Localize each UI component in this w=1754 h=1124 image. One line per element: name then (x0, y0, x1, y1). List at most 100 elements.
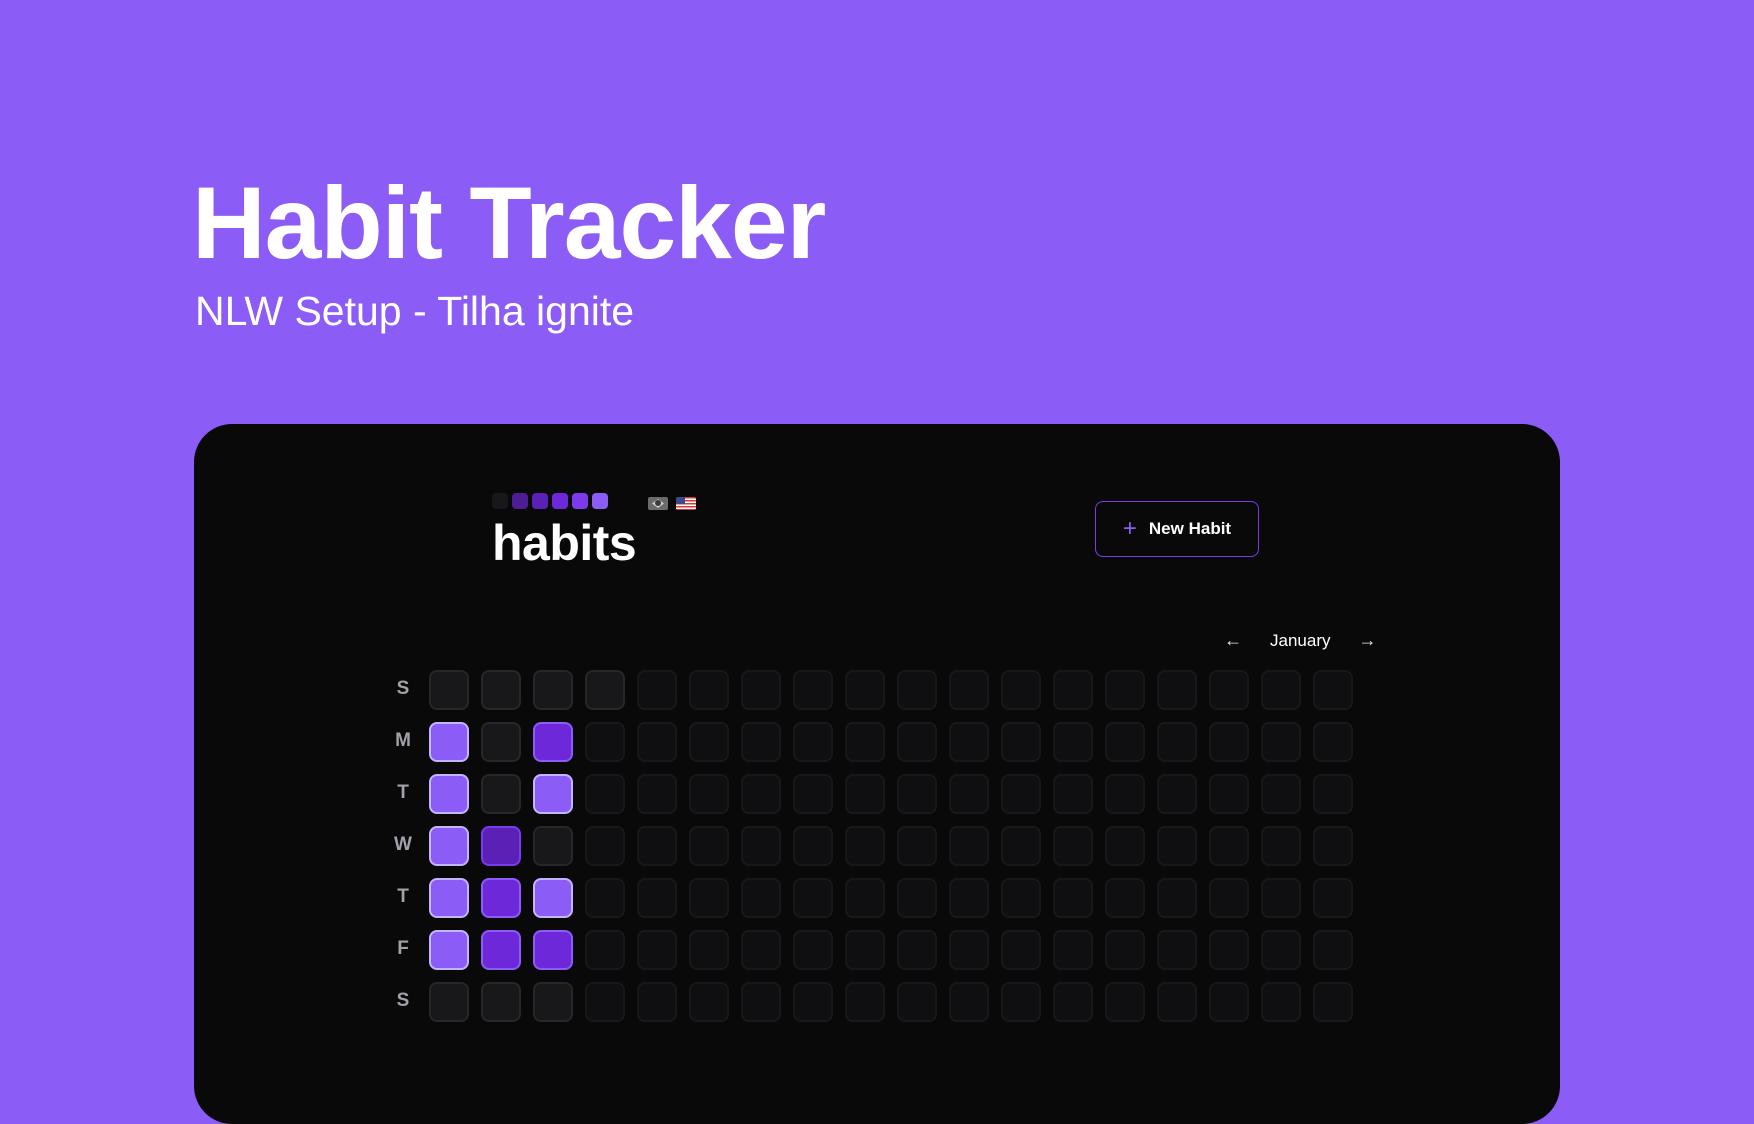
heatmap-day-cell[interactable] (429, 670, 469, 710)
heatmap-day-cell (949, 878, 989, 918)
heatmap-day-cell (1157, 774, 1197, 814)
heatmap-day-cell (585, 722, 625, 762)
logo-text: habits (492, 515, 637, 571)
heatmap-day-cell[interactable] (585, 670, 625, 710)
heatmap-day-cell[interactable] (533, 774, 573, 814)
level-swatch (592, 493, 608, 509)
heatmap-day-cell (689, 878, 729, 918)
heatmap-day-cell[interactable] (533, 878, 573, 918)
weekday-label: T (397, 782, 409, 803)
heatmap-day-cell (897, 982, 937, 1022)
heatmap-day-cell (949, 982, 989, 1022)
heatmap-day-cell[interactable] (429, 878, 469, 918)
hero-title: Habit Tracker (192, 166, 826, 280)
heatmap-day-cell (1105, 826, 1145, 866)
heatmap-day-cell (793, 982, 833, 1022)
weekday-label: T (397, 886, 409, 907)
heatmap-day-cell (637, 930, 677, 970)
heatmap-day-cell (1053, 982, 1093, 1022)
heatmap-day-cell[interactable] (533, 930, 573, 970)
brazil-flag-icon[interactable] (648, 497, 668, 510)
heatmap-day-cell (689, 930, 729, 970)
heatmap-day-cell[interactable] (429, 930, 469, 970)
heatmap-day-cell (1313, 826, 1353, 866)
heatmap-day-cell[interactable] (533, 982, 573, 1022)
weekday-label: F (397, 938, 409, 959)
heatmap-day-cell (1209, 826, 1249, 866)
heatmap-day-cell (845, 670, 885, 710)
heatmap-day-cell (689, 670, 729, 710)
heatmap-day-cell[interactable] (533, 670, 573, 710)
heatmap-day-cell (1209, 930, 1249, 970)
heatmap-day-cell (949, 826, 989, 866)
heatmap-day-cell (1053, 670, 1093, 710)
heatmap-day-cell (1157, 982, 1197, 1022)
heatmap-day-cell (1261, 826, 1301, 866)
heatmap-day-cell[interactable] (481, 826, 521, 866)
heatmap-day-cell (741, 982, 781, 1022)
heatmap-day-cell[interactable] (481, 722, 521, 762)
heatmap-day-cell[interactable] (429, 982, 469, 1022)
heatmap-day-cell (845, 826, 885, 866)
heatmap-day-cell[interactable] (429, 722, 469, 762)
heatmap-day-cell (1001, 930, 1041, 970)
heatmap-day-cell[interactable] (429, 826, 469, 866)
heatmap-day-cell (1053, 722, 1093, 762)
heatmap-day-cell (1001, 722, 1041, 762)
heatmap-day-cell[interactable] (481, 670, 521, 710)
heatmap-day-cell (741, 930, 781, 970)
heatmap-day-cell (1313, 722, 1353, 762)
heatmap-day-cell (1053, 930, 1093, 970)
heatmap-day-cell (1105, 670, 1145, 710)
heatmap-day-cell (949, 722, 989, 762)
usa-flag-icon[interactable] (676, 497, 696, 510)
heatmap-day-cell (637, 878, 677, 918)
heatmap-day-cell (1313, 982, 1353, 1022)
heatmap-day-cell[interactable] (481, 774, 521, 814)
level-swatch (492, 493, 508, 509)
heatmap-day-cell (741, 670, 781, 710)
heatmap-day-cell (637, 826, 677, 866)
heatmap-day-cell (1313, 878, 1353, 918)
heatmap-day-cell[interactable] (429, 774, 469, 814)
heatmap-day-cell (1209, 982, 1249, 1022)
logo-levels-icon (492, 493, 608, 509)
heatmap-day-cell (1157, 826, 1197, 866)
heatmap-day-cell (689, 774, 729, 814)
heatmap-day-cell (585, 826, 625, 866)
arrow-right-icon[interactable]: → (1358, 630, 1376, 651)
heatmap-day-cell (1261, 774, 1301, 814)
heatmap-day-cell (1261, 930, 1301, 970)
heatmap-day-cell (1105, 930, 1145, 970)
heatmap-day-cell (845, 722, 885, 762)
new-habit-button[interactable]: + New Habit (1095, 501, 1259, 557)
heatmap-day-cell (585, 878, 625, 918)
heatmap-day-cell (949, 670, 989, 710)
heatmap-day-cell[interactable] (481, 982, 521, 1022)
heatmap-day-cell (1261, 722, 1301, 762)
month-navigation: ← January → (1224, 630, 1376, 651)
arrow-left-icon[interactable]: ← (1224, 630, 1242, 651)
heatmap-day-cell (1001, 878, 1041, 918)
heatmap-day-cell (897, 826, 937, 866)
heatmap-day-cell[interactable] (533, 826, 573, 866)
heatmap-day-cell (741, 774, 781, 814)
heatmap-day-cell (845, 878, 885, 918)
hero-subtitle: NLW Setup - Tilha ignite (195, 288, 635, 334)
heatmap-day-cell (845, 982, 885, 1022)
heatmap-day-cell (1261, 982, 1301, 1022)
weekday-label: S (396, 990, 410, 1011)
heatmap-day-cell (1261, 878, 1301, 918)
heatmap-day-cell[interactable] (481, 930, 521, 970)
heatmap-day-cell (897, 774, 937, 814)
heatmap-day-cell[interactable] (481, 878, 521, 918)
plus-icon: + (1122, 515, 1137, 542)
heatmap-day-cell (585, 982, 625, 1022)
heatmap-day-cell (1053, 774, 1093, 814)
level-swatch (532, 493, 548, 509)
heatmap-day-cell (1157, 722, 1197, 762)
heatmap-day-cell (1157, 878, 1197, 918)
heatmap-day-cell (1105, 878, 1145, 918)
heatmap-day-cell (1313, 930, 1353, 970)
heatmap-day-cell[interactable] (533, 722, 573, 762)
